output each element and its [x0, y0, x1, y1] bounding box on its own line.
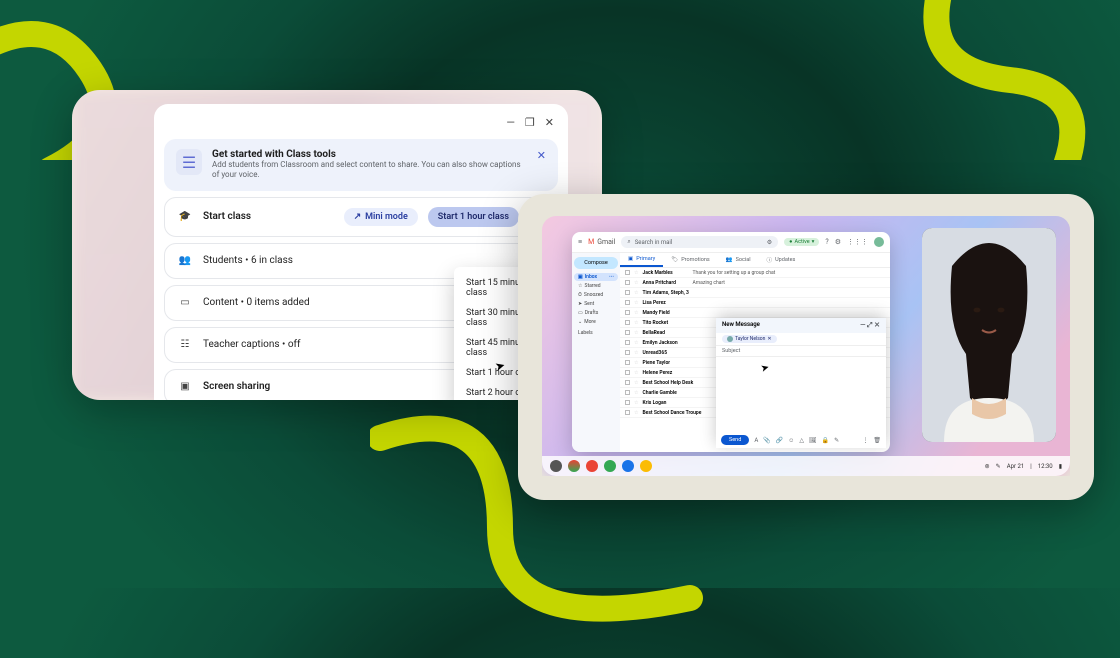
restore-icon[interactable]: ❐ — [525, 116, 535, 129]
start-class-row: 🎓 Start class ↗Mini mode Start 1 hour cl… — [164, 197, 558, 237]
compose-body[interactable]: ➤ — [716, 357, 886, 432]
document-icon: ☰ — [176, 149, 202, 175]
shelf-date[interactable]: Apr 21 — [1007, 463, 1025, 470]
compose-title: New Message — [722, 321, 760, 330]
expand-icon: ↗ — [354, 212, 362, 222]
drive-icon[interactable]: △ — [799, 437, 804, 444]
launcher-icon[interactable] — [550, 460, 562, 472]
gmail-window: ≡ MGmail ⌕Search in mail⚙ ● Active ▾ ? ⚙… — [572, 232, 890, 452]
students-label: Students • 6 in class — [203, 255, 545, 266]
attach-icon[interactable]: 📎 — [763, 437, 770, 444]
captions-icon: ☷ — [177, 337, 193, 353]
tune-icon[interactable]: ⚙ — [767, 239, 772, 246]
more-icon[interactable]: ⋮ — [862, 437, 868, 444]
search-icon: ⌕ — [627, 238, 630, 246]
graduation-cap-icon: 🎓 — [177, 209, 193, 225]
folder-icon: ▭ — [177, 295, 193, 311]
format-icon[interactable]: A — [754, 437, 758, 444]
tab-primary[interactable]: ▣ Primary — [620, 253, 663, 267]
help-icon[interactable]: ? — [825, 238, 828, 246]
recipient-chip[interactable]: Taylor Nelson ✕ — [722, 335, 777, 343]
nav-starred[interactable]: ☆ Starred — [574, 282, 618, 290]
nav-drafts[interactable]: ▭ Drafts — [574, 309, 618, 317]
chromeos-shelf: ⊚ ✎ Apr 21 | 12:30 ▮ — [542, 456, 1070, 476]
nav-inbox[interactable]: ▣ Inbox⋯ — [574, 273, 618, 281]
minimize-icon[interactable]: — — [506, 116, 515, 129]
compose-button[interactable]: Compose — [574, 257, 618, 269]
decor-squiggle — [900, 0, 1120, 160]
tab-updates[interactable]: ⓘ Updates — [759, 253, 804, 267]
network-icon[interactable]: ⊚ — [985, 463, 990, 470]
tab-social[interactable]: 👥 Social — [718, 253, 759, 267]
gmail-sidebar: Compose ▣ Inbox⋯ ☆ Starred ⏱ Snoozed ➤ S… — [572, 253, 620, 452]
mini-mode-chip[interactable]: ↗Mini mode — [344, 208, 418, 226]
link-icon[interactable]: 🔗 — [776, 437, 783, 444]
person-silhouette — [922, 228, 1056, 442]
apps-icon[interactable]: ⋮⋮⋮ — [847, 238, 868, 246]
mouse-cursor-icon: ➤ — [760, 362, 771, 375]
battery-icon[interactable]: ▮ — [1059, 463, 1062, 470]
message-row[interactable]: ☆Anna PritchardAmazing chart — [620, 278, 890, 288]
webcam-preview — [922, 228, 1056, 442]
banner-subtitle: Add students from Classroom and select c… — [212, 160, 527, 181]
compose-expand-icon[interactable]: ⤢ — [867, 321, 873, 329]
nav-snoozed[interactable]: ⏱ Snoozed — [574, 291, 618, 299]
gmail-search-input[interactable]: ⌕Search in mail⚙ — [621, 236, 778, 248]
avatar[interactable] — [874, 237, 884, 247]
pen-tray-icon[interactable]: ✎ — [996, 463, 1001, 470]
banner-close-icon[interactable]: ✕ — [537, 149, 546, 181]
compose-minimize-icon[interactable]: — — [860, 321, 865, 329]
compose-subject-field[interactable]: Subject — [716, 346, 886, 357]
status-chip[interactable]: ● Active ▾ — [784, 238, 819, 246]
chromebook-device: ≡ MGmail ⌕Search in mail⚙ ● Active ▾ ? ⚙… — [518, 194, 1094, 500]
chat-shelf-icon[interactable] — [604, 460, 616, 472]
get-started-banner: ☰ Get started with Class tools Add stude… — [164, 139, 558, 191]
send-button[interactable]: Send — [721, 435, 749, 445]
start-class-label: Start class — [203, 211, 334, 222]
gmail-shelf-icon[interactable] — [586, 460, 598, 472]
files-shelf-icon[interactable] — [622, 460, 634, 472]
message-row[interactable]: ☆Mandy Field — [620, 308, 890, 318]
image-icon[interactable]: 🖼 — [809, 437, 817, 444]
cast-icon: ▣ — [177, 379, 193, 395]
compose-window: New Message — ⤢ ✕ Taylor Nelson ✕ Subject… — [716, 318, 886, 448]
nav-sent[interactable]: ➤ Sent — [574, 300, 618, 308]
trash-icon[interactable]: 🗑 — [873, 437, 881, 444]
chromeos-desktop: ≡ MGmail ⌕Search in mail⚙ ● Active ▾ ? ⚙… — [542, 216, 1070, 476]
main-menu-icon[interactable]: ≡ — [578, 238, 582, 246]
compose-close-icon[interactable]: ✕ — [874, 321, 880, 329]
pen-icon[interactable]: ✎ — [834, 437, 839, 444]
gmail-logo: MGmail — [588, 238, 615, 246]
start-hour-class-button[interactable]: Start 1 hour class — [428, 207, 519, 227]
compose-to-field[interactable]: Taylor Nelson ✕ — [716, 333, 886, 346]
message-row[interactable]: ☆Lisa Perez — [620, 298, 890, 308]
message-row[interactable]: ☆Jack MarblesThank you for setting up a … — [620, 268, 890, 278]
close-icon[interactable]: ✕ — [545, 116, 554, 129]
banner-title: Get started with Class tools — [212, 149, 527, 160]
app-shelf-icon[interactable] — [640, 460, 652, 472]
emoji-icon[interactable]: ☺ — [788, 437, 794, 444]
people-icon: 👥 — [177, 253, 193, 269]
message-row[interactable]: ☆Tim Adams, Steph, 3 — [620, 288, 890, 298]
shelf-time[interactable]: 12:30 — [1038, 463, 1053, 470]
nav-labels-heading: Labels — [574, 327, 618, 337]
settings-icon[interactable]: ⚙ — [835, 238, 841, 246]
tab-promotions[interactable]: 🏷 Promotions — [663, 253, 718, 267]
nav-more[interactable]: ⌄ More — [574, 318, 618, 326]
chrome-icon[interactable] — [568, 460, 580, 472]
lock-icon[interactable]: 🔒 — [822, 437, 829, 444]
